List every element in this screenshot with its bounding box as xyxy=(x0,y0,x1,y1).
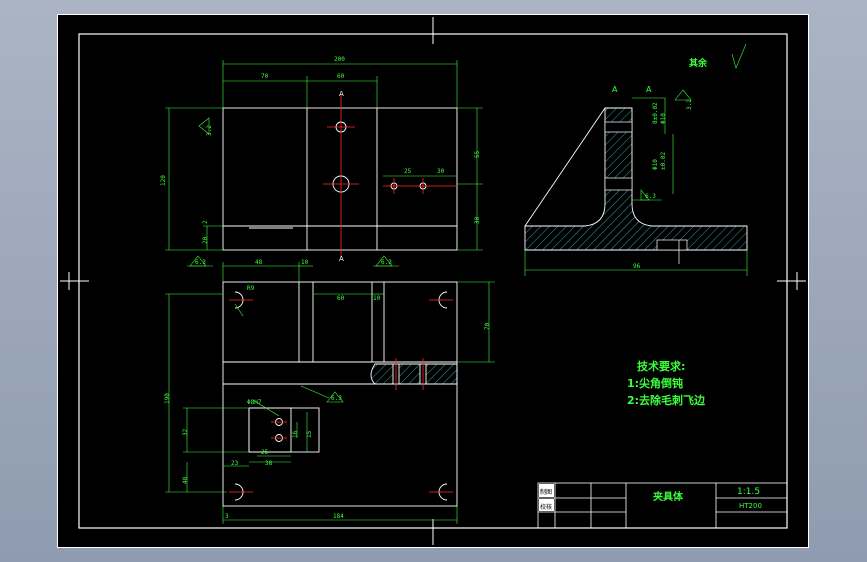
dim-top-30r: 30 xyxy=(474,216,481,224)
dim-top-30: 30 xyxy=(437,168,445,175)
dim-front-3: 3 xyxy=(225,513,229,520)
dim-top-55: 55 xyxy=(474,150,481,158)
roughness-note: 其余 xyxy=(689,57,708,69)
tech-heading: 技术要求: xyxy=(637,359,685,373)
dim-top-overall: 200 xyxy=(334,56,345,63)
dim-top-2: 2 xyxy=(202,220,209,224)
dim-front-32: 32 xyxy=(182,428,189,436)
rough-top-left: 3.2 xyxy=(206,125,213,136)
cad-viewport[interactable]: 200 70 60 25 30 120 55 30 2 20 3.2 6.3 6… xyxy=(0,0,867,562)
front-view xyxy=(222,281,458,507)
drawing-sheet: 200 70 60 25 30 120 55 30 2 20 3.2 6.3 6… xyxy=(57,14,809,548)
title-row-check: 校核 xyxy=(540,503,552,511)
rough-top-bm: 6.3 xyxy=(381,259,392,266)
dim-front-15: 15 xyxy=(306,430,313,438)
dim-sec-bottom: 96 xyxy=(633,263,641,270)
dim-front-25: 25 xyxy=(261,449,269,456)
rough-sec-1: 3.2 xyxy=(686,99,693,110)
dim-front-r: R9 xyxy=(247,285,255,292)
dim-front-48b: 48 xyxy=(182,476,189,484)
hole-note: Φ8H7 xyxy=(247,399,262,406)
dim-top-25: 25 xyxy=(404,168,412,175)
dim-top-20: 20 xyxy=(202,236,209,244)
dim-sec-3: Φ10 xyxy=(652,159,659,170)
tech-item-1: 1:尖角倒钝 xyxy=(627,376,683,390)
rough-front: 6.3 xyxy=(331,395,342,402)
dim-front-48: 48 xyxy=(255,259,263,266)
dim-sec-4: ±0.02 xyxy=(660,152,667,170)
section-label-a1: A xyxy=(612,85,618,94)
dim-top-120: 120 xyxy=(160,175,167,186)
section-mark-bottom: A xyxy=(339,255,344,263)
tech-item-2: 2:去除毛刺飞边 xyxy=(627,393,706,407)
rough-sec-2: 6.3 xyxy=(645,193,656,200)
title-material: HT200 xyxy=(739,502,762,510)
dim-top-60: 60 xyxy=(337,73,345,80)
front-view-dimlines xyxy=(165,262,495,524)
dim-front-184: 184 xyxy=(333,513,344,520)
dim-front-10b: 10 xyxy=(373,295,381,302)
dim-sec-1: 8±0.02 xyxy=(652,102,659,124)
title-row-draw: 制图 xyxy=(540,488,552,496)
rough-top-bl: 6.3 xyxy=(195,259,206,266)
dim-front-16: 16 xyxy=(292,430,299,438)
dim-front-38: 38 xyxy=(265,460,273,467)
top-view xyxy=(222,107,458,251)
title-part-name: 夹具体 xyxy=(653,490,684,503)
dim-front-23: 23 xyxy=(231,460,239,467)
top-view-dimlines xyxy=(165,60,483,267)
dim-front-190: 190 xyxy=(164,393,171,404)
title-scale: 1:1.5 xyxy=(737,487,760,497)
section-view xyxy=(524,107,748,264)
dim-front-70: 70 xyxy=(484,322,491,330)
section-mark-top: A xyxy=(339,90,344,98)
dim-front-10a: 10 xyxy=(301,259,309,266)
dim-sec-2: Φ10 xyxy=(660,113,667,124)
drawing-canvas: 200 70 60 25 30 120 55 30 2 20 3.2 6.3 6… xyxy=(57,14,809,548)
dim-front-60: 60 xyxy=(337,295,345,302)
outer-border xyxy=(57,14,809,548)
section-label-a2: A xyxy=(646,85,652,94)
dim-top-70: 70 xyxy=(261,73,269,80)
